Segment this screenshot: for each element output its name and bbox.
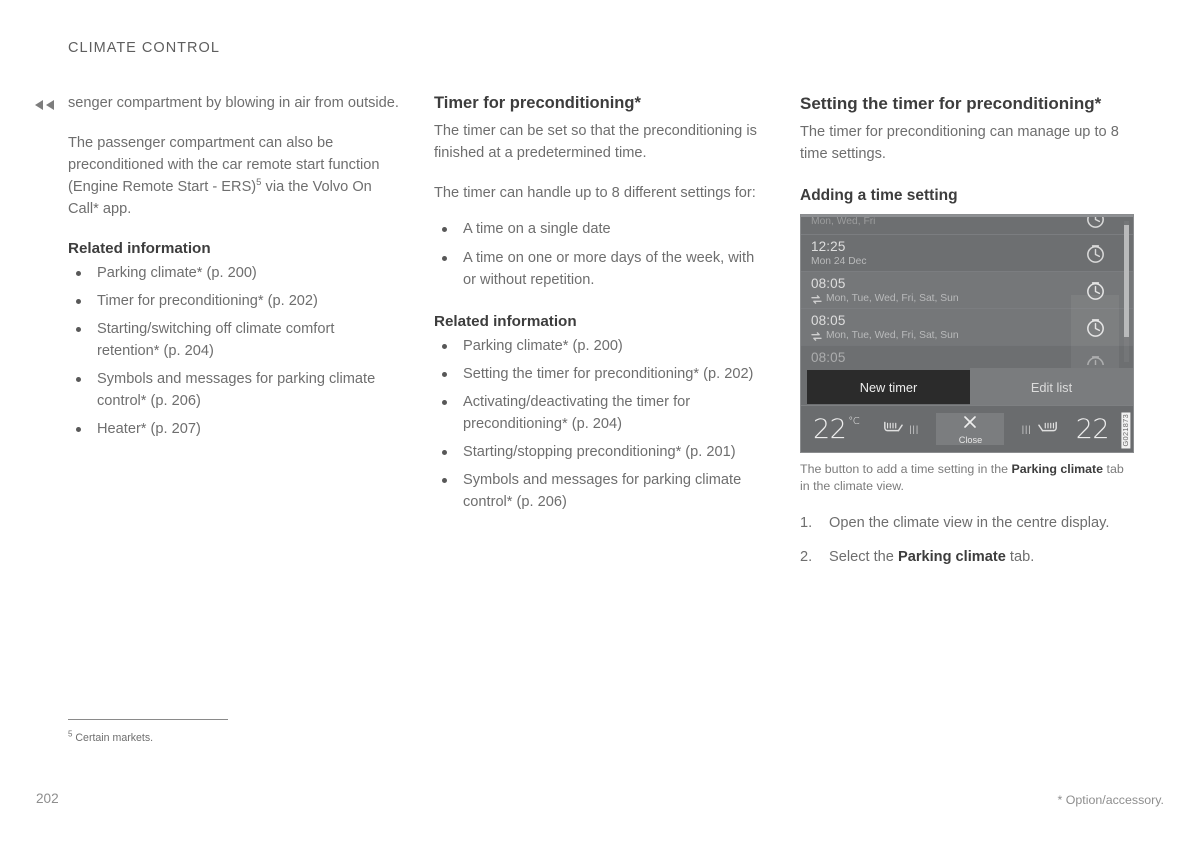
list-item[interactable]: Parking climate* (p. 200) [68,262,400,284]
footnote-marker: 5 [68,729,73,739]
edit-list-button[interactable]: Edit list [970,368,1133,406]
timer-clock-icon[interactable] [1084,279,1107,302]
repeat-icon [811,331,822,341]
list-item[interactable]: Activating/deactivating the timer for pr… [434,391,766,435]
footnote-rule [68,719,228,720]
timer-settings-paragraph: The timer can handle up to 8 different s… [434,185,756,201]
list-item[interactable]: Setting the timer for preconditioning* (… [434,363,766,385]
timer-settings-list: A time on a single date A time on one or… [434,218,766,291]
step-text-1: Open the climate view in the centre disp… [829,515,1110,531]
table-row[interactable]: Mon, Wed, Fri [801,217,1133,234]
list-item: A time on a single date [434,218,766,240]
close-button[interactable]: Close [936,413,1005,445]
timer-clock-icon[interactable] [1084,217,1107,230]
remote-start-paragraph: The passenger compartment can also be pr… [68,132,400,220]
climate-bar: 22 °C ||| Close ||| 22 [801,405,1133,452]
figure-caption: The button to add a time setting in the … [800,461,1134,495]
procedure-steps: Open the climate view in the centre disp… [800,512,1134,568]
new-timer-button[interactable]: New timer [807,370,970,404]
temperature-unit: °C [848,415,860,427]
footnote-text: Certain markets. [75,732,154,744]
repeat-icon [811,294,822,304]
related-information-list-left: Parking climate* (p. 200) Timer for prec… [68,262,400,440]
scrollbar-thumb[interactable] [1124,225,1129,337]
driver-seat-heater[interactable]: ||| [881,417,919,442]
timer-clock-icon[interactable] [1084,242,1107,265]
page-number: 202 [36,791,59,806]
related-information-heading-left: Related information [68,240,211,257]
list-item[interactable]: Starting/switching off climate comfort r… [68,318,400,362]
list-item[interactable]: Symbols and messages for parking climate… [434,469,766,513]
section-heading-setting-timer: Setting the timer for preconditioning* [800,94,1102,113]
driver-seat-level: ||| [909,424,920,434]
option-accessory-note: * Option/accessory. [1057,793,1164,807]
section-heading-timer: Timer for preconditioning* [434,94,641,112]
timer-days-label: Mon 24 Dec [811,256,867,267]
close-icon [962,414,978,435]
subheading-adding-time-setting: Adding a time setting [800,187,958,204]
document-page: CLIMATE CONTROL senger compartment by bl… [0,0,1200,845]
continued-paragraph: senger compartment by blowing in air fro… [68,95,399,111]
table-row[interactable]: 08:05 Mon, Tue, Wed, Fri, Sat, Sun [801,308,1133,345]
seat-heater-icon [881,417,905,442]
table-row[interactable]: 08:05 [801,345,1133,365]
display-button-row: New timer Edit list [801,368,1133,406]
caption-text-1: The button to add a time setting in the [800,462,1012,476]
list-item: Select the Parking climate tab. [800,546,1134,568]
timer-intro-paragraph: The timer can be set so that the precond… [434,123,757,161]
figure-id-label: G021873 [1120,411,1130,448]
list-item: Open the climate view in the centre disp… [800,512,1134,534]
timer-list[interactable]: Mon, Wed, Fri 12:25 Mon 24 Dec 08:05 Mon… [801,217,1133,369]
close-label: Close [958,434,983,445]
driver-temperature[interactable]: 22 °C [813,413,860,445]
centre-display-figure: Mon, Wed, Fri 12:25 Mon 24 Dec 08:05 Mon… [800,214,1134,453]
timer-clock-icon[interactable] [1084,316,1107,339]
timer-days-label: Mon, Tue, Wed, Fri, Sat, Sun [826,293,959,304]
related-information-heading-middle: Related information [434,313,577,330]
list-item[interactable]: Starting/stopping preconditioning* (p. 2… [434,441,766,463]
related-information-list-middle: Parking climate* (p. 200) Setting the ti… [434,335,766,513]
step-text-1: Select the [829,549,898,565]
caption-bold: Parking climate [1011,462,1104,476]
passenger-seat-level: ||| [1021,424,1032,434]
step-text-2: tab. [1005,549,1035,565]
timer-clock-icon[interactable] [1084,353,1107,365]
running-head: CLIMATE CONTROL [68,40,220,56]
table-row[interactable]: 08:05 Mon, Tue, Wed, Fri, Sat, Sun [801,271,1133,308]
list-item: A time on one or more days of the week, … [434,247,766,291]
driver-temperature-value: 22 [813,413,847,445]
timer-days-label: Mon, Tue, Wed, Fri, Sat, Sun [826,330,959,341]
list-item[interactable]: Parking climate* (p. 200) [434,335,766,357]
column-middle: Timer for preconditioning* The timer can… [434,92,766,519]
footnote: 5 Certain markets. [68,729,154,745]
column-right: Setting the timer for preconditioning* T… [800,92,1134,580]
passenger-seat-heater[interactable]: ||| [1022,417,1060,442]
column-left: senger compartment by blowing in air fro… [68,92,400,446]
passenger-temperature-value: 22 [1075,413,1110,445]
table-row[interactable]: 12:25 Mon 24 Dec [801,234,1133,271]
seat-heater-icon [1036,417,1060,442]
passenger-temperature[interactable]: 22 [1075,413,1110,445]
list-item[interactable]: Timer for preconditioning* (p. 202) [68,290,400,312]
step-bold: Parking climate [897,549,1006,565]
list-item[interactable]: Heater* (p. 207) [68,418,400,440]
continuation-arrow-icon [34,98,56,112]
list-item[interactable]: Symbols and messages for parking climate… [68,368,400,412]
setting-timer-paragraph: The timer for preconditioning can manage… [800,124,1119,162]
